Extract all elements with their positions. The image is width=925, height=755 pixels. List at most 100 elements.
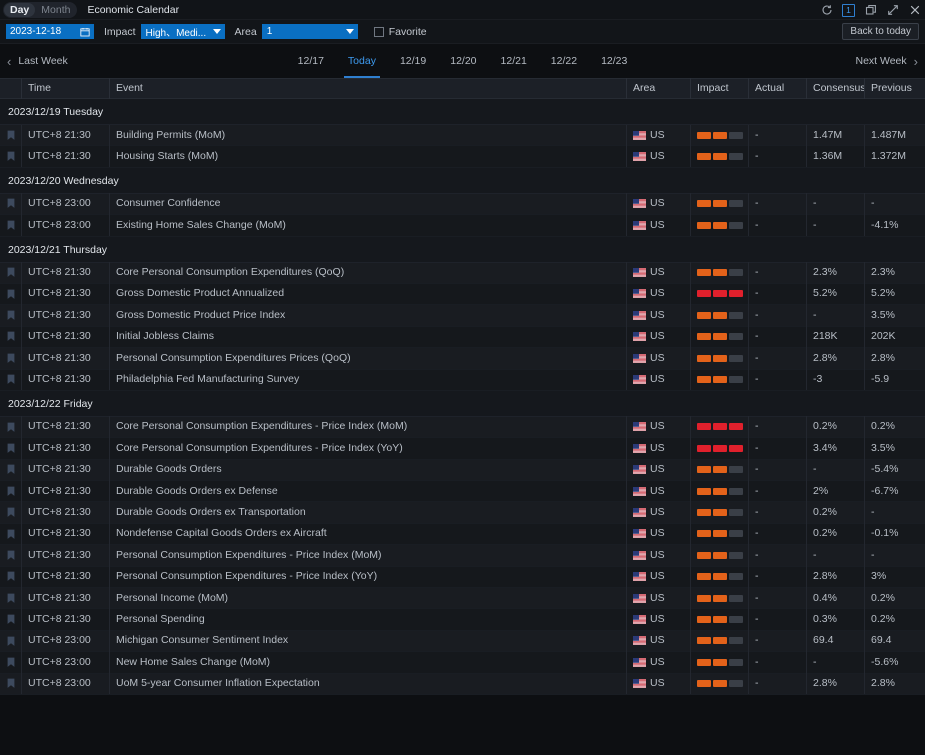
impact-filter-select[interactable]: High、Medi... [141,24,225,39]
day-tab-12-23[interactable]: 12/23 [601,44,627,78]
row-bookmark-cell[interactable] [0,630,22,651]
bookmark-icon[interactable] [7,289,15,300]
row-bookmark-cell[interactable] [0,283,22,304]
row-bookmark-cell[interactable] [0,262,22,283]
bookmark-icon[interactable] [7,657,15,668]
table-row[interactable]: UTC+8 21:30Durable Goods OrdersUS---5.4% [0,460,925,481]
row-bookmark-cell[interactable] [0,609,22,630]
table-row[interactable]: UTC+8 23:00UoM 5-year Consumer Inflation… [0,674,925,695]
table-row[interactable]: UTC+8 23:00New Home Sales Change (MoM)US… [0,652,925,673]
table-row[interactable]: UTC+8 21:30Durable Goods Orders ex Defen… [0,481,925,502]
day-tab-12-17[interactable]: 12/17 [298,44,324,78]
bookmark-icon[interactable] [7,331,15,342]
calendar-table-body[interactable]: 2023/12/19 TuesdayUTC+8 21:30Building Pe… [0,99,925,712]
expand-icon[interactable] [886,4,899,17]
next-week-button[interactable]: Next Week › [855,55,918,68]
cell-time: UTC+8 21:30 [22,416,110,437]
column-header-event[interactable]: Event [110,78,627,99]
bookmark-icon[interactable] [7,593,15,604]
row-bookmark-cell[interactable] [0,369,22,390]
column-header-impact[interactable]: Impact [691,78,749,99]
last-week-button[interactable]: ‹ Last Week [7,55,68,68]
tab-day[interactable]: Day [4,3,35,17]
table-row[interactable]: UTC+8 21:30Core Personal Consumption Exp… [0,263,925,284]
bookmark-icon[interactable] [7,198,15,209]
table-row[interactable]: UTC+8 23:00Consumer ConfidenceUS--- [0,194,925,215]
column-header-time[interactable]: Time [22,78,110,99]
bookmark-icon[interactable] [7,422,15,433]
bookmark-icon[interactable] [7,678,15,689]
bookmark-icon[interactable] [7,529,15,540]
column-header-actual[interactable]: Actual [749,78,807,99]
table-row[interactable]: UTC+8 23:00Michigan Consumer Sentiment I… [0,631,925,652]
column-header-consensus[interactable]: Consensus [807,78,865,99]
bookmark-icon[interactable] [7,353,15,364]
row-bookmark-cell[interactable] [0,566,22,587]
table-row[interactable]: UTC+8 21:30Nondefense Capital Goods Orde… [0,524,925,545]
bookmark-icon[interactable] [7,374,15,385]
table-row[interactable]: UTC+8 21:30Durable Goods Orders ex Trans… [0,502,925,523]
row-bookmark-cell[interactable] [0,438,22,459]
close-icon[interactable] [908,4,921,17]
table-row[interactable]: UTC+8 21:30Personal Consumption Expendit… [0,348,925,369]
bookmark-icon[interactable] [7,151,15,162]
table-row[interactable]: UTC+8 21:30Initial Jobless ClaimsUS-218K… [0,327,925,348]
bookmark-icon[interactable] [7,636,15,647]
bookmark-icon[interactable] [7,220,15,231]
bookmark-icon[interactable] [7,571,15,582]
bookmark-icon[interactable] [7,443,15,454]
area-filter-select[interactable]: 1 [262,24,358,39]
row-bookmark-cell[interactable] [0,193,22,214]
bookmark-icon[interactable] [7,550,15,561]
bookmark-icon[interactable] [7,507,15,518]
cell-impact [691,283,749,304]
table-row[interactable]: UTC+8 23:00Existing Home Sales Change (M… [0,215,925,236]
table-row[interactable]: UTC+8 21:30Personal Income (MoM)US-0.4%0… [0,588,925,609]
table-row[interactable]: UTC+8 21:30Personal SpendingUS-0.3%0.2% [0,609,925,630]
refresh-icon[interactable] [820,4,833,17]
row-bookmark-cell[interactable] [0,459,22,480]
day-tab-12-19[interactable]: 12/19 [400,44,426,78]
table-row[interactable]: UTC+8 21:30Building Permits (MoM)US-1.47… [0,125,925,146]
row-bookmark-cell[interactable] [0,146,22,167]
row-bookmark-cell[interactable] [0,348,22,369]
bookmark-icon[interactable] [7,464,15,475]
bookmark-icon[interactable] [7,130,15,141]
row-bookmark-cell[interactable] [0,502,22,523]
table-row[interactable]: UTC+8 21:30Core Personal Consumption Exp… [0,438,925,459]
row-bookmark-cell[interactable] [0,588,22,609]
row-bookmark-cell[interactable] [0,673,22,694]
bookmark-icon[interactable] [7,614,15,625]
table-row[interactable]: UTC+8 21:30Philadelphia Fed Manufacturin… [0,370,925,391]
table-row[interactable]: UTC+8 21:30Gross Domestic Product Price … [0,305,925,326]
row-bookmark-cell[interactable] [0,416,22,437]
table-row[interactable]: UTC+8 21:30Personal Consumption Expendit… [0,567,925,588]
row-bookmark-cell[interactable] [0,305,22,326]
row-bookmark-cell[interactable] [0,523,22,544]
date-picker[interactable]: 2023-12-18 [6,24,94,39]
row-bookmark-cell[interactable] [0,652,22,673]
column-header-previous[interactable]: Previous [865,78,925,99]
back-to-today-button[interactable]: Back to today [842,23,919,40]
bookmark-icon[interactable] [7,486,15,497]
column-header-area[interactable]: Area [627,78,691,99]
day-tab-today[interactable]: Today [348,44,376,78]
table-row[interactable]: UTC+8 21:30Personal Consumption Expendit… [0,545,925,566]
row-bookmark-cell[interactable] [0,481,22,502]
day-tab-12-21[interactable]: 12/21 [501,44,527,78]
tab-month[interactable]: Month [35,3,76,17]
table-row[interactable]: UTC+8 21:30Core Personal Consumption Exp… [0,417,925,438]
table-row[interactable]: UTC+8 21:30Gross Domestic Product Annual… [0,284,925,305]
row-bookmark-cell[interactable] [0,215,22,236]
table-row[interactable]: UTC+8 21:30Housing Starts (MoM)US-1.36M1… [0,146,925,167]
day-tab-12-20[interactable]: 12/20 [450,44,476,78]
row-bookmark-cell[interactable] [0,125,22,146]
window-count-badge[interactable]: 1 [842,4,855,17]
bookmark-icon[interactable] [7,310,15,321]
favorite-filter-checkbox[interactable]: Favorite [374,26,427,38]
row-bookmark-cell[interactable] [0,326,22,347]
bookmark-icon[interactable] [7,267,15,278]
row-bookmark-cell[interactable] [0,545,22,566]
day-tab-12-22[interactable]: 12/22 [551,44,577,78]
restore-icon[interactable] [864,4,877,17]
